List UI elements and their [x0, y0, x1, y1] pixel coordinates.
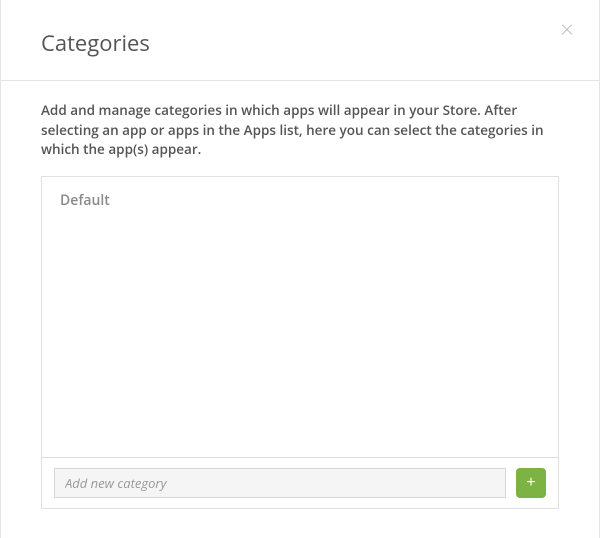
close-icon[interactable]: × — [555, 18, 579, 42]
dialog-header: Categories × — [1, 0, 599, 81]
dialog-title: Categories — [41, 28, 559, 58]
add-category-input[interactable] — [54, 468, 506, 498]
add-category-row: + — [42, 457, 558, 508]
description-text: Add and manage categories in which apps … — [41, 101, 559, 160]
category-item[interactable]: Default — [60, 191, 540, 210]
categories-list: Default — [42, 177, 558, 457]
add-category-button[interactable]: + — [516, 468, 546, 498]
categories-panel: Default + — [41, 176, 559, 509]
categories-dialog: Categories × Add and manage categories i… — [0, 0, 600, 538]
dialog-body: Add and manage categories in which apps … — [1, 81, 599, 509]
